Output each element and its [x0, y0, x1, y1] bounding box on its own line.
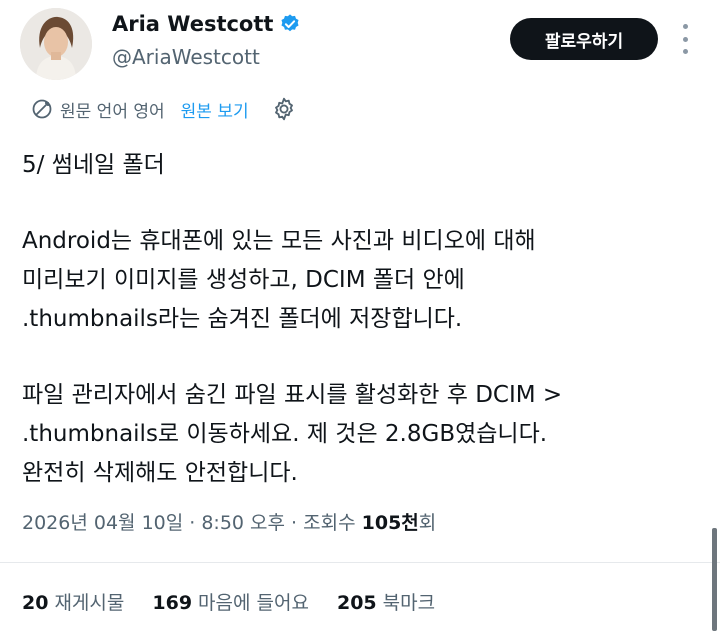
reposts-count: 20 [22, 592, 49, 614]
avatar-image [20, 8, 92, 80]
likes-stat[interactable]: 169 마음에 들어요 [152, 588, 309, 615]
post-timestamp[interactable]: 2026년 04월 10일 · 8:50 오후 · 조회수 [22, 512, 362, 534]
post-line: .thumbnails로 이동하세요. 제 것은 2.8GB였습니다. [22, 421, 548, 447]
reposts-label: 재게시물 [54, 592, 125, 614]
view-original-link[interactable]: 원본 보기 [181, 97, 249, 122]
view-count: 105천 [361, 512, 419, 534]
more-options-button[interactable] [676, 24, 694, 54]
post-metadata: 2026년 04월 10일 · 8:50 오후 · 조회수 105천회 [22, 508, 436, 535]
post-line: 파일 관리자에서 숨긴 파일 표시를 활성화한 후 DCIM > [22, 382, 563, 408]
divider [0, 562, 720, 563]
engagement-stats: 20 재게시물 169 마음에 들어요 205 북마크 [22, 588, 463, 615]
post-line: .thumbnails라는 숨겨진 폴더에 저장합니다. [22, 306, 463, 332]
translation-bar: 원문 언어 영어 원본 보기 [30, 94, 297, 124]
translate-icon [32, 99, 52, 119]
gear-icon[interactable] [271, 96, 297, 122]
bookmarks-count: 205 [336, 592, 377, 614]
post-body: 5/ 썸네일 폴더 Android는 휴대폰에 있는 모든 사진과 비디오에 대… [22, 146, 712, 493]
bookmarks-stat[interactable]: 205 북마크 [337, 588, 435, 615]
author-name-row[interactable]: Aria Westcott [112, 12, 301, 36]
reposts-stat[interactable]: 20 재게시물 [22, 588, 124, 615]
avatar[interactable] [20, 8, 92, 80]
follow-button[interactable]: 팔로우하기 [510, 18, 658, 60]
author-handle[interactable]: @AriaWestcott [112, 45, 260, 69]
likes-label: 마음에 들어요 [198, 592, 309, 614]
likes-count: 169 [152, 592, 193, 614]
verified-badge-icon [281, 14, 299, 32]
source-language-label: 원문 언어 영어 [60, 101, 165, 122]
post-line: 미리보기 이미지를 생성하고, DCIM 폴더 안에 [22, 267, 465, 293]
view-count-suffix: 회 [418, 512, 437, 534]
post-heading: 5/ 썸네일 폴더 [22, 152, 165, 178]
post-line: 완전히 삭제해도 안전합니다. [22, 460, 298, 486]
scrollbar[interactable] [712, 528, 717, 631]
more-vertical-icon [682, 24, 688, 29]
post-line: Android는 휴대폰에 있는 모든 사진과 비디오에 대해 [22, 228, 536, 254]
author-display-name[interactable]: Aria Westcott [112, 12, 273, 36]
bookmarks-label: 북마크 [382, 592, 436, 614]
